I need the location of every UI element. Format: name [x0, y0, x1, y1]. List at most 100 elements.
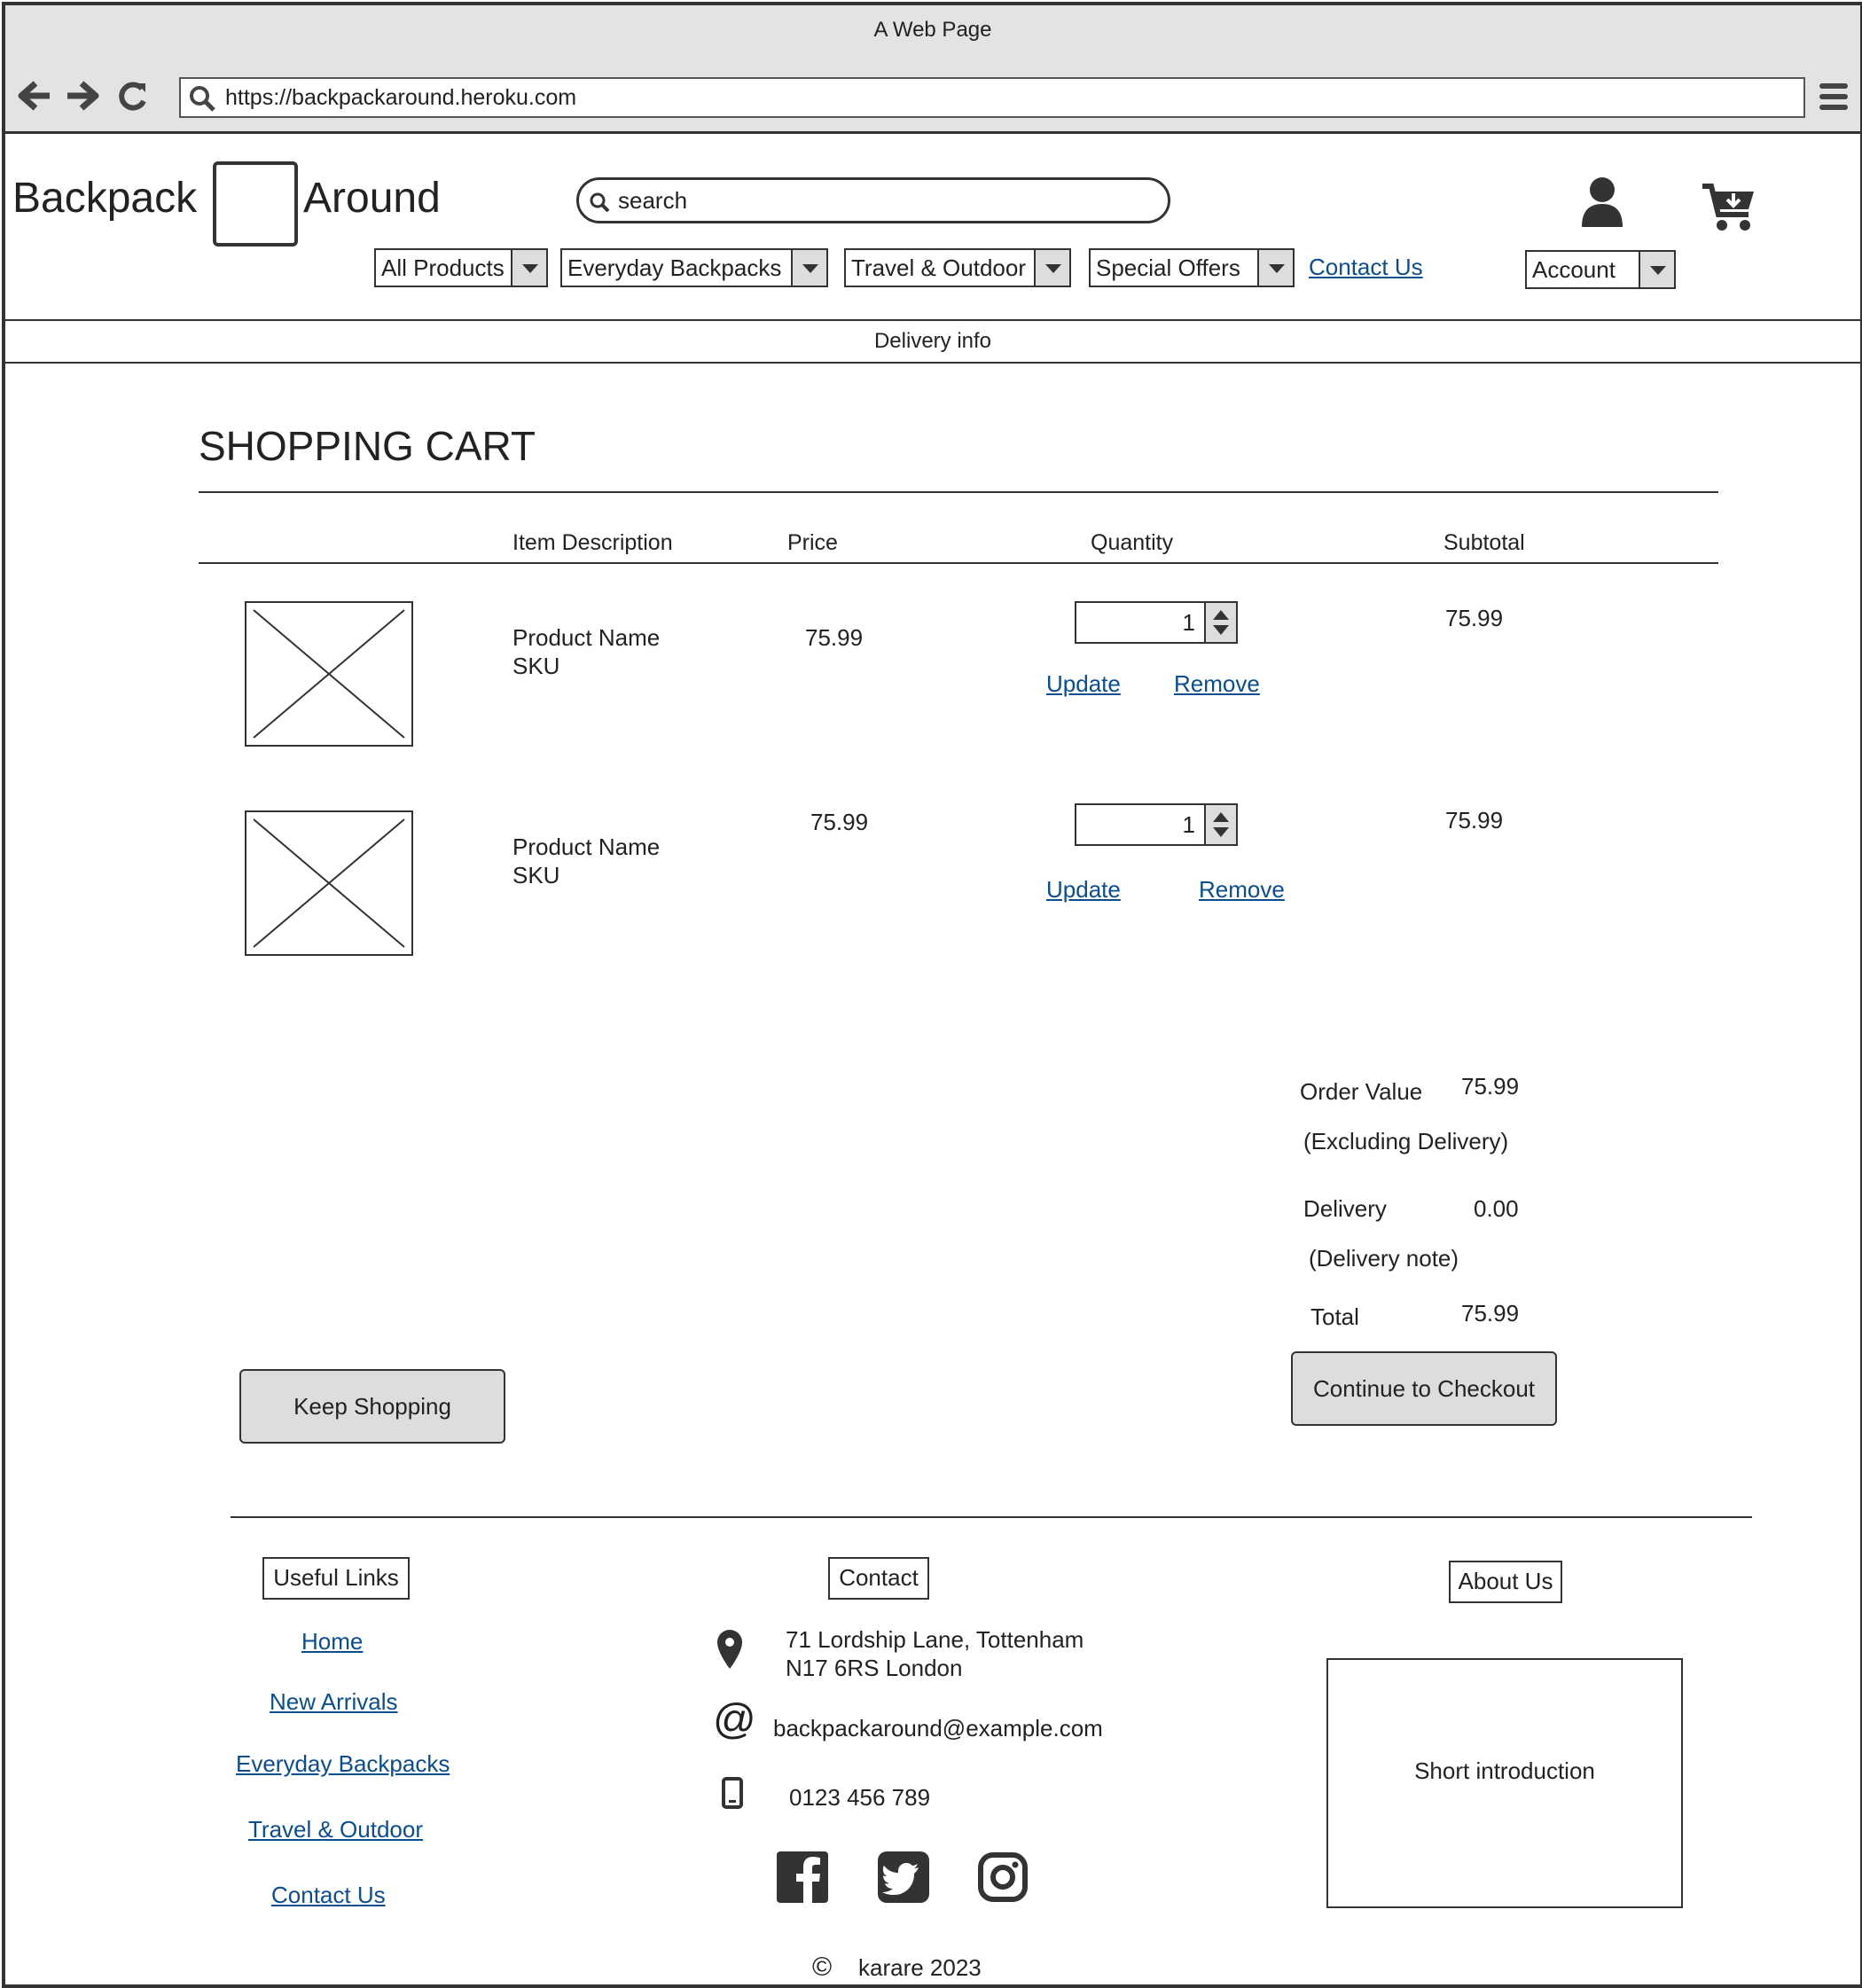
at-sign-icon: @ — [713, 1696, 756, 1743]
menu-icon[interactable] — [1819, 82, 1848, 112]
delivery-note: (Delivery note) — [1309, 1245, 1459, 1272]
search-icon — [590, 192, 610, 213]
update-link[interactable]: Update — [1046, 876, 1121, 904]
product-price: 75.99 — [805, 624, 864, 651]
nav-dropdown-label: Travel & Outdoor — [851, 254, 1027, 281]
forward-arrow-icon[interactable] — [64, 80, 99, 112]
search-placeholder: search — [618, 187, 688, 214]
page-title: SHOPPING CART — [199, 423, 536, 469]
footer-about-title: About Us — [1449, 1561, 1562, 1603]
footer-link-everyday-backpacks[interactable]: Everyday Backpacks — [236, 1750, 450, 1778]
keep-shopping-label: Keep Shopping — [293, 1393, 451, 1420]
nav-dropdown-label: All Products — [381, 254, 505, 281]
footer-address-line2: N17 6RS London — [786, 1655, 963, 1681]
chevron-down-icon — [1639, 252, 1674, 287]
about-intro-text: Short introduction — [1414, 1757, 1595, 1784]
quantity-value: 1 — [1182, 609, 1195, 636]
nav-dropdown-everyday-backpacks[interactable]: Everyday Backpacks — [560, 248, 828, 287]
search-icon — [190, 86, 215, 112]
nav-dropdown-all-products[interactable]: All Products — [374, 248, 548, 287]
instagram-icon[interactable] — [977, 1851, 1029, 1903]
order-value: 75.99 — [1461, 1073, 1520, 1100]
column-header-description: Item Description — [512, 530, 673, 555]
url-text: https://backpackaround.heroku.com — [225, 85, 577, 110]
account-dropdown[interactable]: Account — [1525, 250, 1676, 289]
footer-link-contact-us[interactable]: Contact Us — [271, 1882, 386, 1909]
column-header-subtotal: Subtotal — [1443, 530, 1525, 555]
delivery-value: 0.00 — [1474, 1195, 1519, 1222]
footer-copyright: karare 2023 — [858, 1954, 982, 1981]
quantity-value: 1 — [1182, 811, 1195, 838]
spinner-arrows-icon[interactable] — [1204, 603, 1236, 642]
remove-link[interactable]: Remove — [1199, 876, 1285, 904]
product-image-placeholder[interactable] — [245, 601, 413, 747]
logo-text-right: Around — [303, 175, 441, 222]
browser-window: A Web Page https://backpackaround.heroku… — [2, 2, 1862, 1988]
total-label: Total — [1310, 1303, 1359, 1330]
checkout-button[interactable]: Continue to Checkout — [1291, 1351, 1557, 1426]
product-price: 75.99 — [810, 809, 869, 835]
order-value-label: Order Value — [1300, 1078, 1423, 1105]
twitter-icon[interactable] — [878, 1851, 929, 1903]
nav-dropdown-special-offers[interactable]: Special Offers — [1089, 248, 1295, 287]
product-image-placeholder[interactable] — [245, 810, 413, 956]
nav-dropdown-label: Special Offers — [1096, 254, 1240, 281]
back-arrow-icon[interactable] — [18, 80, 53, 112]
image-placeholder-icon — [253, 818, 405, 948]
browser-title-bar: A Web Page — [5, 5, 1860, 62]
remove-link[interactable]: Remove — [1174, 670, 1260, 698]
image-placeholder-icon — [253, 609, 405, 739]
copyright-icon: © — [812, 1953, 833, 1982]
mobile-phone-icon — [722, 1777, 743, 1809]
column-header-quantity: Quantity — [1091, 530, 1174, 555]
about-intro-box: Short introduction — [1326, 1658, 1683, 1908]
footer-contact-title: Contact — [828, 1557, 929, 1600]
footer-link-new-arrivals[interactable]: New Arrivals — [270, 1688, 397, 1716]
product-name: Product Name — [512, 834, 661, 860]
product-name: Product Name — [512, 624, 661, 651]
product-subtotal: 75.99 — [1445, 807, 1504, 834]
chevron-down-icon — [1034, 250, 1069, 286]
product-subtotal: 75.99 — [1445, 605, 1504, 631]
footer-link-home[interactable]: Home — [301, 1628, 363, 1655]
footer-divider — [231, 1516, 1752, 1518]
nav-dropdown-travel-outdoor[interactable]: Travel & Outdoor — [844, 248, 1071, 287]
product-sku: SKU — [512, 653, 560, 679]
keep-shopping-button[interactable]: Keep Shopping — [239, 1369, 505, 1444]
footer-link-travel-outdoor[interactable]: Travel & Outdoor — [248, 1816, 423, 1843]
delivery-label: Delivery — [1303, 1195, 1387, 1222]
checkout-label: Continue to Checkout — [1312, 1375, 1536, 1402]
footer-useful-links-title: Useful Links — [262, 1557, 410, 1600]
address-bar[interactable]: https://backpackaround.heroku.com — [179, 77, 1805, 118]
title-divider — [199, 491, 1718, 493]
browser-toolbar: https://backpackaround.heroku.com — [5, 60, 1860, 134]
header-divider — [199, 562, 1718, 564]
chevron-down-icon — [791, 250, 826, 286]
cart-icon[interactable] — [1701, 181, 1757, 232]
total-value: 75.99 — [1461, 1300, 1520, 1327]
reload-icon[interactable] — [115, 80, 149, 113]
user-icon[interactable] — [1578, 176, 1626, 229]
footer-address-line1: 71 Lordship Lane, Tottenham — [786, 1626, 1084, 1653]
product-sku: SKU — [512, 862, 560, 888]
account-label: Account — [1532, 256, 1616, 283]
logo-text-left: Backpack — [12, 175, 198, 222]
footer-phone: 0123 456 789 — [789, 1784, 931, 1811]
spinner-arrows-icon[interactable] — [1204, 805, 1236, 844]
window-title: A Web Page — [873, 18, 992, 42]
quantity-stepper[interactable]: 1 — [1075, 601, 1238, 644]
delivery-banner[interactable]: Delivery info — [5, 319, 1860, 364]
nav-dropdown-label: Everyday Backpacks — [567, 254, 782, 281]
logo-image[interactable] — [213, 161, 298, 247]
facebook-icon[interactable] — [777, 1851, 828, 1903]
search-input[interactable]: search — [576, 177, 1170, 223]
excluding-delivery-note: (Excluding Delivery) — [1303, 1128, 1509, 1154]
delivery-banner-text: Delivery info — [873, 329, 992, 353]
footer-email[interactable]: backpackaround@example.com — [773, 1715, 1103, 1742]
chevron-down-icon — [1257, 250, 1293, 286]
quantity-stepper[interactable]: 1 — [1075, 803, 1238, 846]
map-pin-icon — [717, 1630, 742, 1669]
column-header-price: Price — [787, 530, 838, 555]
update-link[interactable]: Update — [1046, 670, 1121, 698]
nav-contact-link[interactable]: Contact Us — [1309, 254, 1423, 281]
